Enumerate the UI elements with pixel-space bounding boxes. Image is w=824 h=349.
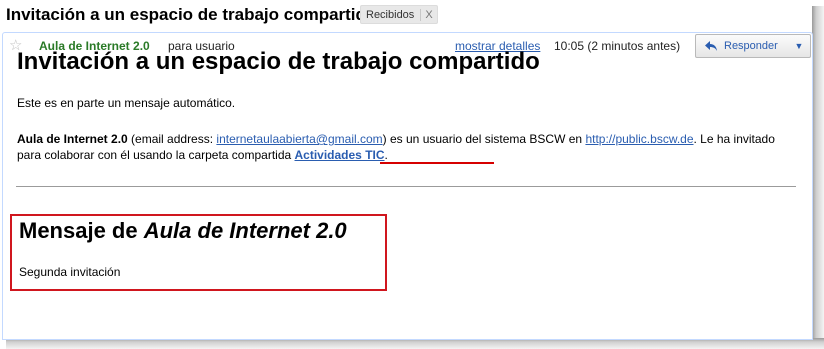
message-heading-sender: Aula de Internet 2.0 (143, 218, 347, 243)
body-heading: Invitación a un espacio de trabajo compa… (17, 48, 540, 75)
email-subject: Invitación a un espacio de trabajo compa… (6, 5, 377, 24)
window-shadow-right (812, 6, 824, 349)
message-time: 10:05 (2 minutos antes) (554, 39, 681, 53)
reply-arrow-icon (705, 41, 717, 51)
chevron-down-icon: ▼ (794, 41, 804, 51)
subject-row: Invitación a un espacio de trabajo compa… (0, 0, 812, 32)
email-prefix-text: (email address: (127, 132, 217, 146)
folder-link[interactable]: Actividades TIC (295, 148, 385, 162)
email-link[interactable]: internetaulaabierta@gmail.com (216, 132, 382, 146)
end-text: . (384, 148, 388, 162)
more-options-button[interactable]: ▼ (788, 34, 811, 58)
label-chip-text: Recibidos (366, 8, 415, 21)
label-chip-inbox[interactable]: Recibidos X (360, 5, 438, 24)
reply-button[interactable]: Responder (695, 34, 789, 58)
message-text: Segunda invitación (19, 265, 121, 279)
remove-label-button[interactable]: X (420, 8, 436, 21)
message-heading-prefix: Mensaje de (19, 218, 144, 243)
intro-text: Este es en parte un mensaje automático. (17, 96, 236, 110)
message-heading: Mensaje de Aula de Internet 2.0 (19, 218, 347, 244)
invitation-paragraph: Aula de Internet 2.0 (email address: int… (17, 131, 787, 163)
inline-sender-name: Aula de Internet 2.0 (17, 132, 128, 146)
reply-label: Responder (724, 40, 778, 52)
mid-text: ) es un usuario del sistema BSCW en (382, 132, 586, 146)
bscw-link[interactable]: http://public.bscw.de (585, 132, 693, 146)
divider (16, 186, 796, 187)
highlight-underline (380, 162, 494, 164)
